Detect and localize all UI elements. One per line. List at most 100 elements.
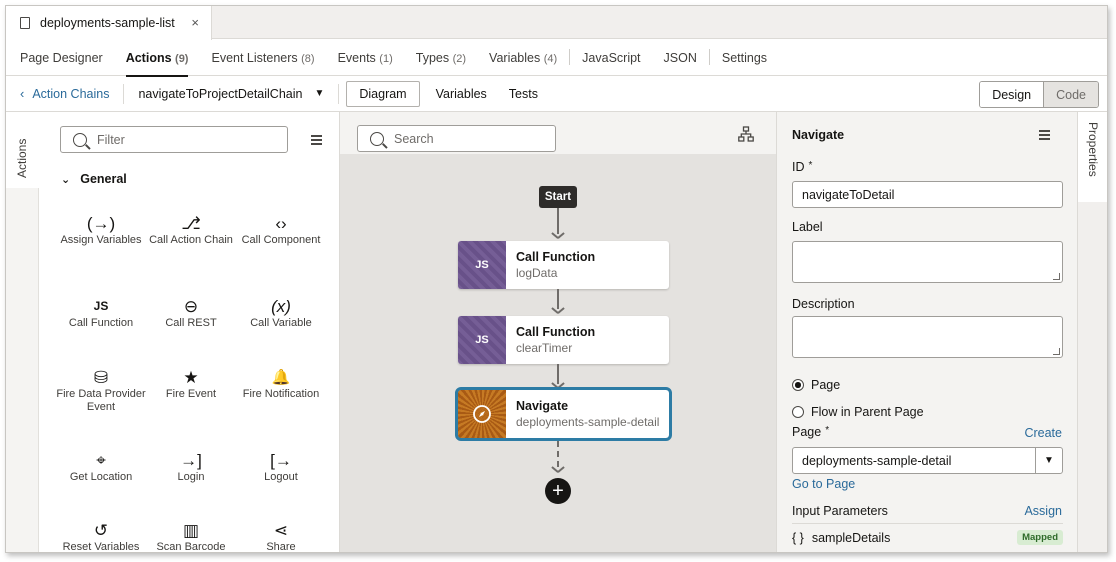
code-toggle[interactable]: Code [1043, 82, 1098, 107]
palette-item-get-location[interactable]: ⌖ Get Location [56, 443, 146, 484]
add-action-button[interactable]: + [545, 478, 571, 504]
page-label: Page * [792, 425, 830, 439]
database-icon: ⛁ [93, 368, 109, 387]
tab-page-designer[interactable]: Page Designer [20, 39, 103, 76]
palette-item-fire-event[interactable]: ★ Fire Event [146, 360, 236, 401]
divider [792, 523, 1063, 524]
tab-settings[interactable]: Settings [722, 39, 767, 76]
required-marker: * [808, 160, 813, 171]
actions-palette: Filter ⌄ General (→) Assign Variables ⎇ … [39, 112, 340, 552]
group-header-general[interactable]: ⌄ General [61, 172, 127, 186]
label-field[interactable] [792, 241, 1063, 283]
toolbar-separator [338, 83, 340, 104]
palette-item-call-rest[interactable]: ⊖ Call REST [146, 289, 236, 330]
connector-arrow [552, 382, 564, 390]
back-to-action-chains-link[interactable]: ‹ Action Chains [20, 86, 109, 101]
palette-item-call-function[interactable]: JS Call Function [56, 289, 146, 330]
palette-item-logout[interactable]: [→ Logout [236, 443, 326, 484]
filter-input[interactable]: Filter [60, 126, 288, 153]
tab-actions[interactable]: Actions (9) [125, 39, 188, 77]
caret-down-icon: ▼ [314, 88, 325, 99]
palette-item-call-variable[interactable]: (x) Call Variable [236, 289, 326, 330]
location-pin-icon: ⌖ [96, 451, 106, 470]
properties-rail-tab[interactable]: Properties [1078, 112, 1107, 202]
javascript-icon: JS [458, 316, 506, 364]
file-tab-bar: deployments-sample-list × [6, 6, 1107, 40]
connector-arrow [552, 307, 564, 315]
tab-event-listeners[interactable]: Event Listeners (8) [211, 39, 314, 76]
start-node[interactable]: Start [539, 186, 577, 208]
radio-unselected-icon [792, 406, 804, 418]
page-select[interactable]: deployments-sample-detail ▼ [792, 447, 1063, 474]
document-icon [20, 17, 30, 29]
call-rest-icon: ⊖ [183, 297, 199, 316]
bell-icon: 🔔 [271, 369, 291, 386]
tab-events[interactable]: Events (1) [338, 39, 393, 76]
diagram-canvas[interactable]: Search Start JS Call Function logData JS… [340, 112, 776, 552]
diagram-tab[interactable]: Diagram [346, 80, 420, 107]
radio-selected-icon [792, 379, 804, 391]
call-component-icon: ‹› [275, 214, 287, 233]
right-rail: Properties [1077, 112, 1107, 552]
login-icon: →] [180, 451, 202, 470]
connector-arrow [552, 232, 564, 240]
logout-icon: [→ [270, 451, 292, 470]
close-icon[interactable]: × [191, 15, 199, 30]
connector-arrow [552, 466, 564, 474]
barcode-icon: ▥ [182, 521, 200, 540]
designer-tabs: Page Designer Actions (9) Event Listener… [6, 39, 1107, 77]
left-rail: Actions [6, 112, 39, 552]
tests-subtab[interactable]: Tests [509, 87, 538, 101]
label-label: Label [792, 220, 823, 234]
description-field[interactable] [792, 316, 1063, 358]
tab-javascript[interactable]: JavaScript [582, 39, 640, 76]
create-page-link[interactable]: Create [1024, 426, 1062, 440]
palette-item-fire-data-provider-event[interactable]: ⛁ Fire Data Provider Event [56, 360, 146, 414]
javascript-icon: JS [93, 299, 109, 313]
palette-item-fire-notification[interactable]: 🔔 Fire Notification [236, 360, 326, 401]
palette-item-call-action-chain[interactable]: ⎇ Call Action Chain [146, 206, 236, 247]
search-icon [370, 131, 384, 146]
window-frame: deployments-sample-list × Page Designer … [5, 5, 1108, 553]
action-node-call-function-logdata[interactable]: JS Call Function logData [458, 241, 669, 289]
description-label: Description [792, 297, 855, 311]
menu-icon[interactable] [311, 135, 322, 147]
action-node-navigate[interactable]: Navigate deployments-sample-detail [455, 387, 672, 441]
go-to-page-link[interactable]: Go to Page [792, 477, 855, 491]
palette-item-scan-barcode[interactable]: ▥ Scan Barcode [146, 513, 236, 552]
file-tab-name: deployments-sample-list [40, 16, 175, 30]
radio-page[interactable]: Page [792, 378, 840, 392]
tab-json[interactable]: JSON [664, 39, 697, 76]
palette-item-share[interactable]: ⋖ Share [236, 513, 326, 552]
canvas-search-input[interactable]: Search [357, 125, 556, 152]
call-variable-icon: (x) [271, 297, 291, 316]
palette-item-login[interactable]: →] Login [146, 443, 236, 484]
file-tab[interactable]: deployments-sample-list × [6, 6, 212, 40]
tab-variables[interactable]: Variables (4) [489, 39, 557, 76]
design-toggle[interactable]: Design [980, 82, 1044, 107]
call-action-chain-icon: ⎇ [181, 214, 201, 233]
required-marker: * [825, 425, 830, 436]
action-chain-selector[interactable]: navigateToProjectDetailChain ▼ [138, 87, 324, 101]
toolbar-separator [123, 83, 125, 104]
object-icon: { } [792, 531, 804, 545]
assign-link[interactable]: Assign [1024, 504, 1062, 518]
input-parameter-row[interactable]: { } sampleDetails Mapped [792, 530, 1063, 545]
id-field[interactable]: navigateToDetail [792, 181, 1063, 208]
action-node-call-function-cleartimer[interactable]: JS Call Function clearTimer [458, 316, 669, 364]
palette-item-call-component[interactable]: ‹› Call Component [236, 206, 326, 247]
variables-subtab[interactable]: Variables [436, 87, 487, 101]
palette-item-assign-variables[interactable]: (→) Assign Variables [56, 206, 146, 247]
search-icon [73, 132, 87, 147]
reset-variables-icon: ↺ [93, 521, 109, 540]
input-parameters-label: Input Parameters [792, 504, 888, 518]
menu-icon[interactable] [1039, 130, 1050, 142]
radio-flow-in-parent-page[interactable]: Flow in Parent Page [792, 405, 924, 419]
hierarchy-icon[interactable] [738, 126, 754, 142]
caret-down-icon: ▼ [1035, 448, 1062, 473]
palette-item-reset-variables[interactable]: ↺ Reset Variables [56, 513, 146, 552]
tab-types[interactable]: Types (2) [416, 39, 466, 76]
actions-rail-tab[interactable]: Actions [6, 112, 39, 188]
connector-dashed-line [557, 441, 559, 467]
chevron-left-icon: ‹ [20, 86, 25, 101]
